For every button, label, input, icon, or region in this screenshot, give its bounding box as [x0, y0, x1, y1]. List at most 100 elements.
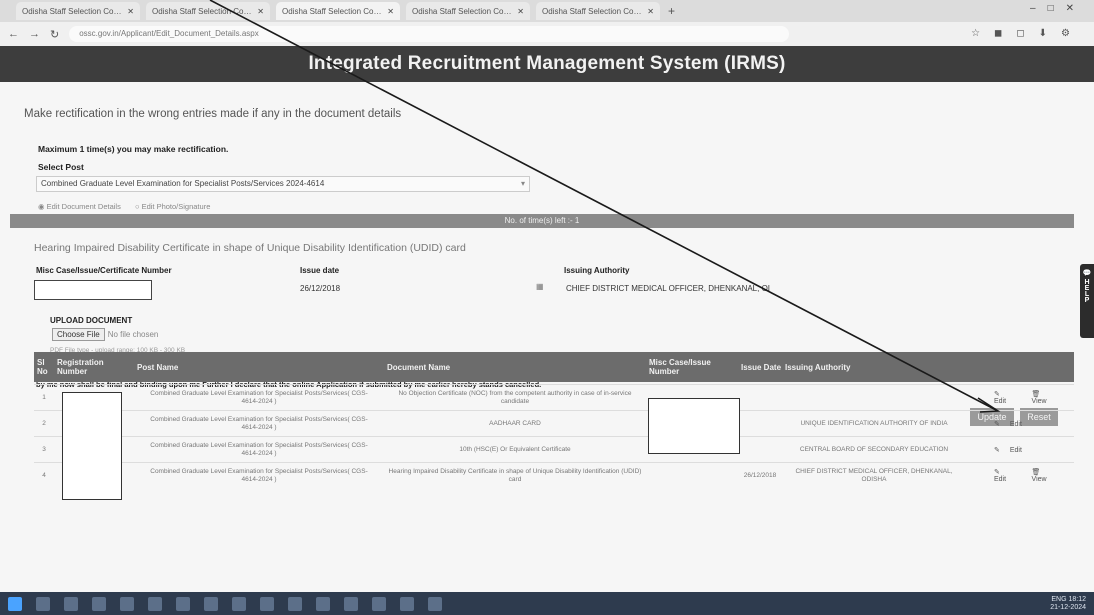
clock-time: 18:12	[1068, 596, 1086, 603]
taskbar: ENG 18:12 21-12-2024	[0, 592, 1094, 615]
forward-icon[interactable]: →	[29, 28, 40, 40]
browser-tab[interactable]: Odisha Staff Selection Commis ✕	[16, 2, 140, 20]
extension-icons[interactable]: ☆◼◻⬇⚙	[971, 28, 1084, 39]
edit-button[interactable]: ✎ Edit	[994, 468, 1024, 483]
start-icon[interactable]	[8, 596, 22, 611]
edit-icon: ✎	[994, 391, 1000, 398]
close-icon[interactable]: ✕	[257, 7, 264, 16]
misc-number-input[interactable]	[34, 280, 152, 300]
edit-button[interactable]: ✎ Edit	[994, 390, 1024, 405]
issue-date-input[interactable]: 26/12/2018	[300, 284, 340, 293]
browser-tab[interactable]: Odisha Staff Selection Commis ✕	[406, 2, 530, 20]
select-post-dropdown[interactable]: Combined Graduate Level Examination for …	[36, 176, 530, 192]
header-cell: Document Name	[387, 362, 451, 372]
cell-date	[738, 385, 782, 410]
lang-indicator: ENG	[1051, 596, 1067, 603]
intro-text: Make rectification in the wrong entries …	[24, 108, 402, 120]
cell-document: No Objection Certificate (NOC) from the …	[398, 389, 632, 405]
header-cell: Issue Date	[741, 362, 782, 372]
tab-title: Odisha Staff Selection Commis	[152, 6, 254, 16]
app-icon[interactable]	[372, 596, 386, 611]
app-icon[interactable]	[428, 596, 442, 611]
cell-document: Hearing Impaired Disability Certificate …	[388, 467, 642, 483]
cell-post: Combined Graduate Level Examination for …	[150, 441, 368, 457]
tab-title: Odisha Staff Selection Commis	[282, 6, 384, 16]
view-button[interactable]: 🗑 View	[1032, 468, 1066, 483]
app-icon[interactable]	[204, 596, 218, 611]
cell-document: AADHAAR CARD	[489, 419, 541, 427]
calendar-icon[interactable]: ▦	[536, 282, 544, 291]
new-tab-button[interactable]: +	[668, 4, 675, 18]
browser-tab[interactable]: Odisha Staff Selection Commis ✕	[536, 2, 660, 20]
app-icon[interactable]	[92, 596, 106, 611]
page-title: Integrated Recruitment Management System…	[0, 46, 1094, 82]
edit-label: Edit	[994, 476, 1007, 483]
table-row: 1 Combined Graduate Level Examination fo…	[34, 384, 1074, 409]
cell-post: Combined Graduate Level Examination for …	[150, 467, 368, 483]
edit-label: Edit	[1009, 420, 1022, 428]
table-header: Sl No Registration Number Post Name Docu…	[34, 352, 1074, 382]
edit-option-radios: ◉ Edit Document Details ○ Edit Photo/Sig…	[38, 202, 222, 211]
issuing-authority-input[interactable]: CHIEF DISTRICT MEDICAL OFFICER, DHENKANA…	[566, 284, 770, 293]
app-icon[interactable]	[176, 596, 190, 611]
header-cell: Issuing Authority	[785, 362, 851, 372]
cell-authority	[784, 385, 964, 410]
help-tab[interactable]: 💬 HELP	[1080, 264, 1094, 338]
redacted-registration-box	[62, 392, 122, 500]
edit-label: Edit	[994, 398, 1007, 405]
issuing-authority-label: Issuing Authority	[564, 266, 630, 275]
window-controls-icon[interactable]: –□✕	[1030, 3, 1086, 14]
header-cell: Registration Number	[57, 358, 104, 376]
edit-icon: ✎	[994, 420, 1000, 428]
close-icon[interactable]: ✕	[387, 7, 394, 16]
edit-button[interactable]: ✎ Edit	[994, 420, 1030, 428]
no-file-text: No file chosen	[107, 330, 159, 339]
cell-date	[738, 437, 782, 462]
app-icon[interactable]	[120, 596, 134, 611]
app-icon[interactable]	[260, 596, 274, 611]
edit-icon: ✎	[994, 469, 1000, 476]
close-icon[interactable]: ✕	[517, 7, 524, 16]
table-row: 4 Combined Graduate Level Examination fo…	[34, 462, 1074, 487]
row-actions: ✎ Edit 🗑 View	[994, 463, 1074, 488]
clock-date: 21-12-2024	[1050, 604, 1086, 611]
cell-post: Combined Graduate Level Examination for …	[150, 415, 368, 431]
screen: Odisha Staff Selection Commis ✕ Odisha St…	[0, 0, 1094, 615]
radio-edit-photo[interactable]: ○ Edit Photo/Signature	[135, 202, 216, 211]
choose-file-button[interactable]: Choose File	[52, 328, 105, 341]
app-icon[interactable]	[344, 596, 358, 611]
back-icon[interactable]: ←	[8, 28, 19, 40]
app-icon[interactable]	[316, 596, 330, 611]
main-content: Make rectification in the wrong entries …	[0, 82, 1094, 592]
address-bar: ← → ↻ ossc.gov.in/Applicant/Edit_Documen…	[0, 22, 1094, 46]
reload-icon[interactable]: ↻	[50, 28, 59, 41]
radio-edit-document[interactable]: ◉ Edit Document Details	[38, 202, 127, 211]
app-icon[interactable]	[232, 596, 246, 611]
app-icon[interactable]	[400, 596, 414, 611]
search-icon[interactable]	[36, 596, 50, 611]
view-button[interactable]: 🗑 View	[1032, 390, 1066, 405]
system-tray[interactable]: ENG 18:12 21-12-2024	[1050, 596, 1086, 612]
app-icon[interactable]	[288, 596, 302, 611]
tab-title: Odisha Staff Selection Commis	[22, 6, 124, 16]
browser-tab[interactable]: Odisha Staff Selection Commis ✕	[146, 2, 270, 20]
trash-icon: 🗑	[1031, 469, 1041, 476]
browser-tab-active[interactable]: Odisha Staff Selection Commis ✕	[276, 2, 400, 20]
header-cell: Post Name	[137, 362, 179, 372]
view-label: View	[1031, 398, 1047, 405]
issue-date-label: Issue date	[300, 266, 340, 275]
row-actions: ✎ Edit 🗑 View	[994, 385, 1074, 410]
app-icon[interactable]	[148, 596, 162, 611]
times-left-bar: No. of time(s) left :- 1	[10, 214, 1074, 228]
close-icon[interactable]: ✕	[647, 7, 654, 16]
tab-title: Odisha Staff Selection Commis	[542, 6, 644, 16]
table-row: 3 Combined Graduate Level Examination fo…	[34, 436, 1074, 461]
edit-button[interactable]: ✎ Edit	[994, 446, 1030, 454]
view-label: View	[1031, 476, 1047, 483]
browser-tab-strip: Odisha Staff Selection Commis ✕ Odisha St…	[0, 0, 1094, 22]
url-input[interactable]: ossc.gov.in/Applicant/Edit_Document_Deta…	[69, 26, 790, 42]
max-times-note: Maximum 1 time(s) you may make rectifica…	[38, 144, 229, 154]
close-icon[interactable]: ✕	[127, 7, 134, 16]
task-view-icon[interactable]	[64, 596, 78, 611]
help-label: HELP	[1083, 279, 1091, 303]
